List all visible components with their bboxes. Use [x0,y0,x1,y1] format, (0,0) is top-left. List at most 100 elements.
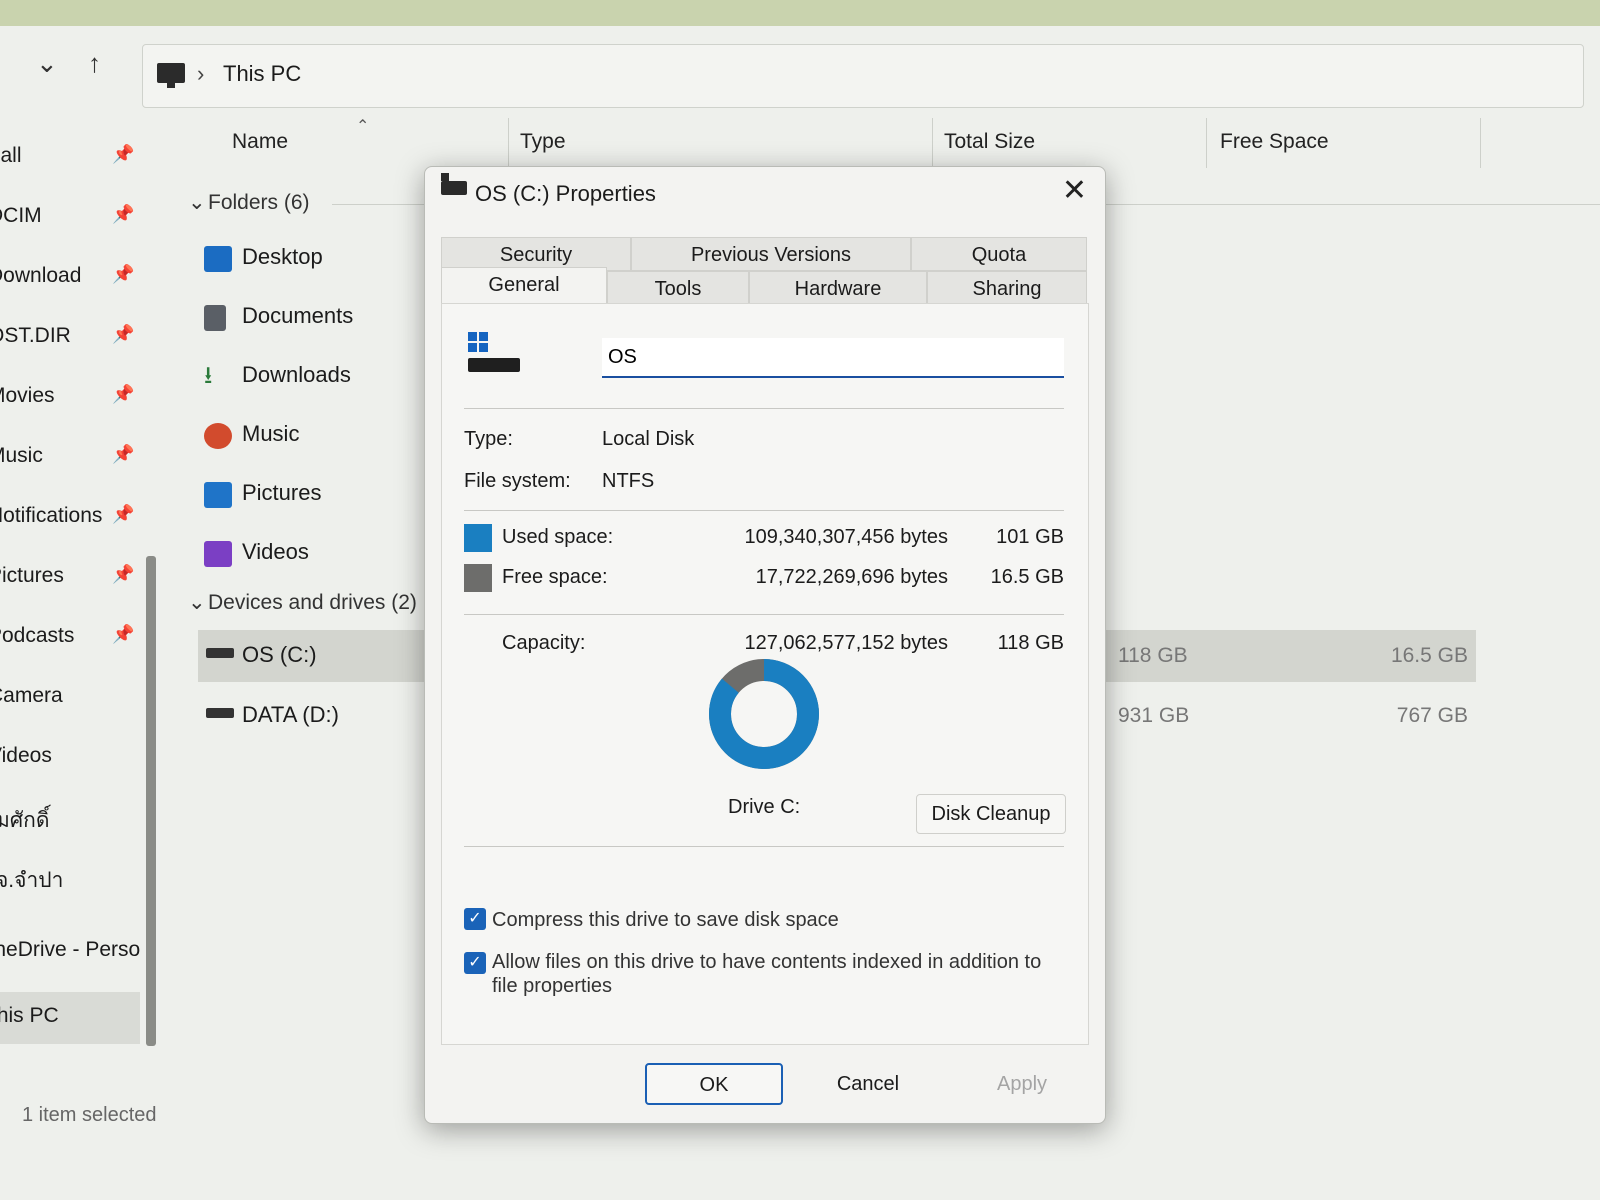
separator [464,846,1064,847]
pictures-icon [204,482,232,508]
sidebar-item-music[interactable]: Music📌 [0,436,140,476]
sidebar-item-download[interactable]: Download📌 [0,256,140,296]
pin-icon: 📌 [112,384,135,404]
free-space-bytes: 17,722,269,696 bytes [755,566,948,588]
file-system-value: NTFS [602,470,655,492]
pin-icon: 📌 [112,144,135,164]
sidebar-item-call[interactable]: call📌 [0,136,140,176]
used-space-swatch [464,524,492,552]
sidebar-item-podcasts[interactable]: Podcasts📌 [0,616,140,656]
window-top-strip [0,0,1600,26]
used-space-gb: 101 GB [996,526,1064,548]
sidebar-item-this-pc[interactable]: This PC [0,992,140,1044]
tab-security[interactable]: Security [441,237,631,271]
videos-icon [204,541,232,567]
tab-quota[interactable]: Quota [911,237,1087,271]
disk-cleanup-button[interactable]: Disk Cleanup [916,794,1066,834]
dialog-title: OS (C:) Properties [475,181,656,206]
group-header-folders[interactable]: ⌄ Folders (6) [188,190,310,215]
pin-icon: 📌 [112,504,135,524]
address-bar[interactable]: › This PC [142,44,1584,108]
capacity-gb: 118 GB [997,632,1064,654]
drive-icon [206,708,234,718]
drive-icon [441,173,467,195]
free-space-label: Free space: [502,566,608,588]
recent-locations-chevron-icon[interactable]: ⌄ [36,48,58,79]
properties-dialog: OS (C:) Properties ✕ Security Previous V… [424,166,1106,1124]
navigation-pane: call📌 DCIM📌 Download📌 OST.DIR📌 Movies📌 M… [0,126,144,1126]
column-divider[interactable] [1206,118,1207,168]
group-header-devices-and-drives[interactable]: ⌄ Devices and drives (2) [188,590,417,615]
close-icon[interactable]: ✕ [1062,173,1087,208]
capacity-bytes: 127,062,577,152 bytes [744,632,948,654]
status-bar-text: 1 item selected [22,1104,157,1126]
column-divider[interactable] [932,118,933,168]
sidebar-item-pictures[interactable]: Pictures📌 [0,556,140,596]
desktop-icon [204,246,232,272]
compress-label: Compress this drive to save disk space [492,909,839,931]
column-divider[interactable] [508,118,509,168]
drive-body [468,358,520,372]
index-checkbox[interactable]: ✓ [464,952,486,974]
sidebar-item-thai-folder-1[interactable]: มศักดิ์ [0,796,140,836]
column-divider[interactable] [1480,118,1481,168]
drive-icon [206,648,234,658]
drive-caption: Drive C: [728,796,801,818]
column-header-total-size[interactable]: Total Size [944,130,1035,154]
pin-icon: 📌 [112,264,135,284]
up-arrow-icon[interactable]: ↑ [88,48,101,79]
sidebar-scrollbar[interactable] [146,556,156,1046]
tab-previous-versions[interactable]: Previous Versions [631,237,911,271]
pin-icon: 📌 [112,204,135,224]
sort-ascending-icon: ⌃ [356,118,370,135]
tab-tools[interactable]: Tools [607,271,749,305]
windows-drive-icon [468,332,520,376]
music-icon [204,423,232,449]
free-space-gb: 16.5 GB [990,566,1064,588]
sidebar-item-ost-dir[interactable]: OST.DIR📌 [0,316,140,356]
ok-button[interactable]: OK [645,1063,783,1105]
separator [464,614,1064,615]
index-label: Allow files on this drive to have conten… [492,951,1042,997]
pin-icon: 📌 [112,444,135,464]
sidebar-item-dcim[interactable]: DCIM📌 [0,196,140,236]
free-space-swatch [464,564,492,592]
sidebar-item-videos[interactable]: Videos [0,736,140,776]
used-space-label: Used space: [502,526,614,548]
column-header-type[interactable]: Type [520,130,566,154]
sidebar-item-onedrive[interactable]: OneDrive - Perso [0,930,140,970]
sidebar-item-camera[interactable]: Camera [0,676,140,716]
general-tab-page: Type: Local Disk File system: NTFS Used … [441,303,1089,1045]
cancel-button[interactable]: Cancel [799,1063,937,1105]
breadcrumb[interactable]: This PC [223,61,301,87]
pin-icon: 📌 [112,564,135,584]
sidebar-item-movies[interactable]: Movies📌 [0,376,140,416]
tab-sharing[interactable]: Sharing [927,271,1087,305]
type-value: Local Disk [602,428,695,450]
pin-icon: 📌 [112,624,135,644]
chevron-down-icon: ⌄ [188,591,206,614]
chevron-down-icon: ⌄ [188,191,206,214]
apply-button[interactable]: Apply [953,1063,1091,1105]
volume-name-field[interactable] [602,338,1064,378]
usage-donut-chart [709,659,819,769]
separator [464,408,1064,409]
tab-general[interactable]: General [441,267,607,305]
capacity-label: Capacity: [502,632,586,654]
computer-icon [157,63,185,88]
tab-hardware[interactable]: Hardware [749,271,927,305]
used-space-bytes: 109,340,307,456 bytes [744,526,948,548]
windows-logo-icon [468,332,488,352]
sidebar-item-notifications[interactable]: Notifications📌 [0,496,140,536]
separator [464,510,1064,511]
type-label: Type: [464,428,513,450]
column-header-name[interactable]: Name [232,130,288,154]
documents-icon [204,305,226,331]
column-header-free-space[interactable]: Free Space [1220,130,1329,154]
file-system-label: File system: [464,470,571,492]
pin-icon: 📌 [112,324,135,344]
breadcrumb-chevron-icon: › [197,61,205,86]
download-arrow-icon: ⭳ [204,362,213,389]
sidebar-item-thai-folder-2[interactable]: จ.จำปา [0,856,140,896]
compress-checkbox[interactable]: ✓ [464,908,486,930]
